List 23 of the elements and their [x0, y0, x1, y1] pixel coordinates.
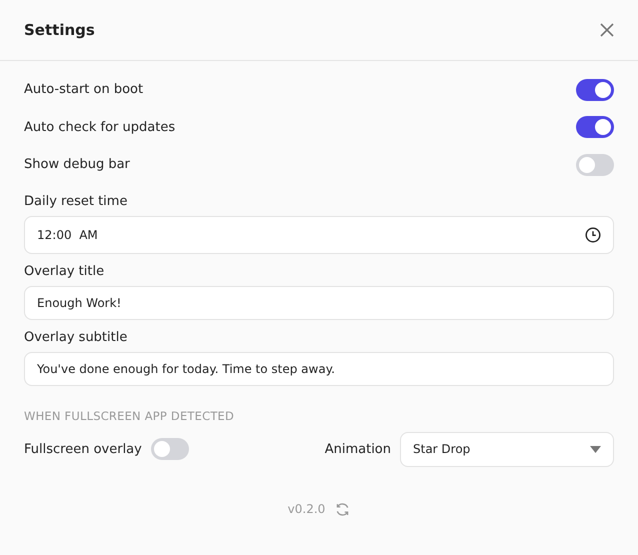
toggle-switch[interactable] [576, 116, 614, 138]
text-field[interactable]: You've done enough for today. Time to step away. [24, 352, 614, 386]
caret-icon [590, 446, 601, 452]
field-label: Overlay subtitle [24, 330, 128, 344]
toggle-label: Fullscreen overlay [24, 442, 142, 456]
field-label: Overlay title [24, 264, 106, 278]
field-label: Daily reset time [24, 194, 128, 208]
section-heading: WHEN FULLSCREEN APP DETECTED [24, 408, 236, 422]
window-title: Settings [24, 21, 95, 39]
toggle-switch[interactable] [150, 438, 189, 460]
toggle-label: Auto check for updates [24, 120, 176, 135]
close-icon[interactable] [600, 23, 614, 37]
text-field[interactable]: Enough Work! [24, 286, 614, 320]
version-text: v0.2.0 [288, 502, 326, 516]
toggle-label: Show debug bar [24, 157, 130, 172]
dropdown-label: Animation [324, 442, 391, 456]
toggle-label: Auto-start on boot [24, 82, 144, 98]
animation-dropdown[interactable]: Star Drop [400, 432, 614, 466]
time-field[interactable]: 12:00 AM [24, 216, 614, 254]
toggle-switch[interactable] [576, 78, 614, 101]
refresh-icon[interactable] [335, 502, 350, 516]
toggle-switch[interactable] [576, 154, 614, 176]
clock-icon [585, 226, 601, 242]
